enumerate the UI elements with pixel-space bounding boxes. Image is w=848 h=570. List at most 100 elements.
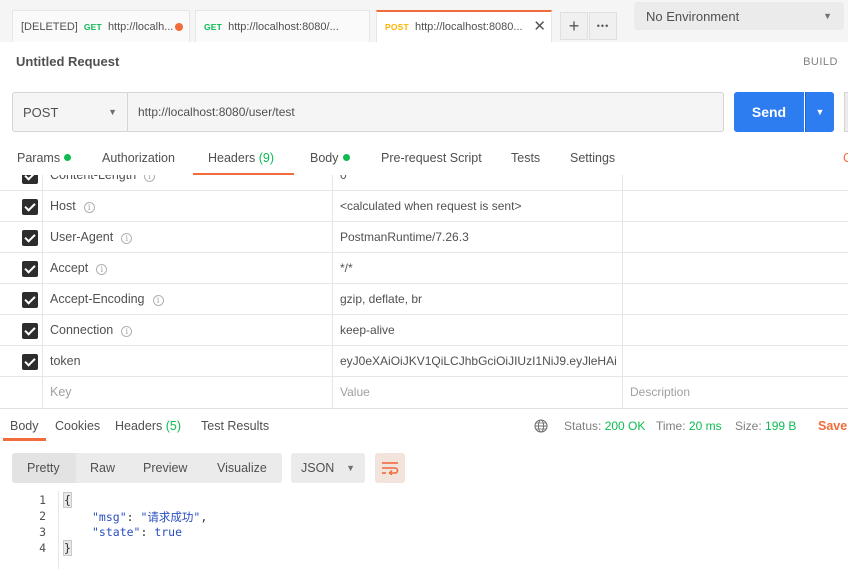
info-icon[interactable]: i [152, 295, 164, 306]
info-icon[interactable]: i [83, 202, 95, 213]
format-pretty-button[interactable]: Pretty [27, 461, 60, 475]
header-key[interactable]: Content-Length i [50, 175, 156, 182]
table-row-new: Key Value Description [0, 377, 848, 408]
header-key[interactable]: Host i [50, 199, 95, 213]
table-row: Connection i keep-alive [0, 315, 848, 346]
build-mode-label[interactable]: BUILD [803, 56, 838, 68]
new-tab-button[interactable]: + [560, 12, 588, 40]
response-tab-cookies[interactable]: Cookies [55, 419, 100, 433]
request-tab-get[interactable]: GET http://localhost:8080/... [195, 10, 370, 42]
format-visualize-button[interactable]: Visualize [217, 461, 267, 475]
new-key-input[interactable]: Key [50, 385, 72, 399]
status-readout: Status: 200 OK [564, 419, 645, 433]
header-value[interactable]: eyJ0eXAiOiJKV1QiLCJhbGciOiJIUzI1NiJ9.eyJ… [340, 354, 616, 368]
format-preview-button[interactable]: Preview [143, 461, 187, 475]
method-select[interactable]: POST ▼ [12, 92, 128, 132]
request-tab-bar: [DELETED] GET http://localh... GET http:… [0, 0, 848, 42]
new-value-input[interactable]: Value [340, 385, 616, 399]
size-label: Size: [735, 419, 762, 433]
chevron-down-icon: ▼ [346, 463, 355, 473]
header-key[interactable]: token [50, 354, 81, 368]
tab-params[interactable]: Params [17, 151, 72, 165]
url-input[interactable]: http://localhost:8080/user/test [127, 92, 724, 132]
request-tab-deleted[interactable]: [DELETED] GET http://localh... [12, 10, 190, 42]
info-icon[interactable]: i [121, 326, 133, 337]
save-button-partial[interactable] [844, 92, 848, 132]
send-button[interactable]: Send [734, 92, 804, 132]
tab-label: Headers [115, 419, 163, 433]
save-response-button[interactable]: Save [818, 419, 847, 433]
header-key[interactable]: User-Agent i [50, 230, 133, 244]
code-close-brace: } [63, 540, 72, 556]
size-readout: Size: 199 B [735, 419, 796, 433]
header-value[interactable]: gzip, deflate, br [340, 292, 616, 306]
header-value[interactable]: keep-alive [340, 323, 616, 337]
header-value[interactable]: PostmanRuntime/7.26.3 [340, 230, 616, 244]
table-row: Content-Length i 0 [0, 175, 848, 191]
close-tab-icon[interactable]: ✕ [533, 17, 546, 35]
table-row: Accept i */* [0, 253, 848, 284]
more-tabs-button[interactable]: ••• [589, 12, 617, 40]
tab-method: POST [385, 22, 409, 32]
response-tab-body[interactable]: Body [10, 419, 39, 433]
tab-url: http://localhost:8080... [414, 21, 523, 33]
header-enabled-checkbox[interactable] [22, 292, 38, 308]
tab-label: Body [310, 151, 339, 165]
cookies-link-partial[interactable]: C [843, 151, 848, 165]
header-enabled-checkbox[interactable] [22, 323, 38, 339]
line-number: 3 [39, 525, 46, 539]
active-tab-underline [3, 438, 46, 441]
format-raw-button[interactable]: Raw [90, 461, 115, 475]
globe-icon[interactable] [534, 419, 548, 433]
header-enabled-checkbox[interactable] [22, 230, 38, 246]
headers-count: (5) [165, 419, 182, 433]
header-key[interactable]: Connection i [50, 323, 133, 337]
header-value[interactable]: */* [340, 261, 616, 275]
wrap-lines-icon [382, 462, 399, 475]
header-enabled-checkbox[interactable] [22, 175, 38, 184]
tab-method: GET [204, 21, 223, 32]
format-button-group: Pretty Raw Preview Visualize [12, 453, 282, 483]
response-tab-headers[interactable]: Headers (5) [115, 419, 181, 433]
info-icon[interactable]: i [121, 233, 133, 244]
size-value[interactable]: 199 B [765, 419, 796, 433]
send-options-button[interactable]: ▼ [805, 92, 834, 132]
tab-authorization[interactable]: Authorization [102, 151, 175, 165]
info-icon[interactable]: i [144, 175, 156, 182]
tab-settings[interactable]: Settings [570, 151, 615, 165]
tab-url: http://localh... [107, 20, 174, 33]
active-dot-icon [342, 154, 350, 161]
environment-value: No Environment [646, 8, 740, 24]
environment-select[interactable]: No Environment ▼ [634, 2, 844, 30]
request-title[interactable]: Untitled Request [16, 54, 119, 69]
new-description-input[interactable]: Description [630, 385, 848, 399]
tab-headers[interactable]: Headers (9) [208, 151, 274, 165]
wrap-lines-button[interactable] [375, 453, 405, 483]
time-readout: Time: 20 ms [656, 419, 722, 433]
info-icon[interactable]: i [96, 264, 108, 275]
response-tab-test-results[interactable]: Test Results [201, 419, 269, 433]
header-enabled-checkbox[interactable] [22, 261, 38, 277]
tab-method: GET [83, 21, 102, 32]
language-select[interactable]: JSON ▼ [291, 453, 365, 483]
header-enabled-checkbox[interactable] [22, 354, 38, 370]
table-row: token eyJ0eXAiOiJKV1QiLCJhbGciOiJIUzI1Ni… [0, 346, 848, 377]
request-tab-post[interactable]: POST http://localhost:8080... ✕ [376, 10, 552, 42]
chevron-down-icon: ▼ [823, 11, 832, 21]
header-key[interactable]: Accept-Encoding i [50, 292, 164, 306]
header-value[interactable]: <calculated when request is sent> [340, 199, 616, 213]
header-value[interactable]: 0 [340, 175, 616, 182]
tab-pre-request-script[interactable]: Pre-request Script [381, 151, 482, 165]
tab-body[interactable]: Body [310, 151, 350, 165]
tab-tests[interactable]: Tests [511, 151, 540, 165]
deleted-label: [DELETED] [21, 20, 78, 33]
chevron-down-icon: ▼ [815, 107, 825, 117]
header-enabled-checkbox[interactable] [22, 199, 38, 215]
header-key[interactable]: Accept i [50, 261, 108, 275]
status-value[interactable]: 200 OK [605, 419, 646, 433]
response-body-code[interactable]: 1 2 3 4 { "msg": "请求成功", "state": true } [0, 491, 848, 570]
code-line-state: "state": true [92, 525, 183, 539]
table-row: User-Agent i PostmanRuntime/7.26.3 [0, 222, 848, 253]
method-value: POST [23, 104, 59, 120]
time-value[interactable]: 20 ms [689, 419, 722, 433]
